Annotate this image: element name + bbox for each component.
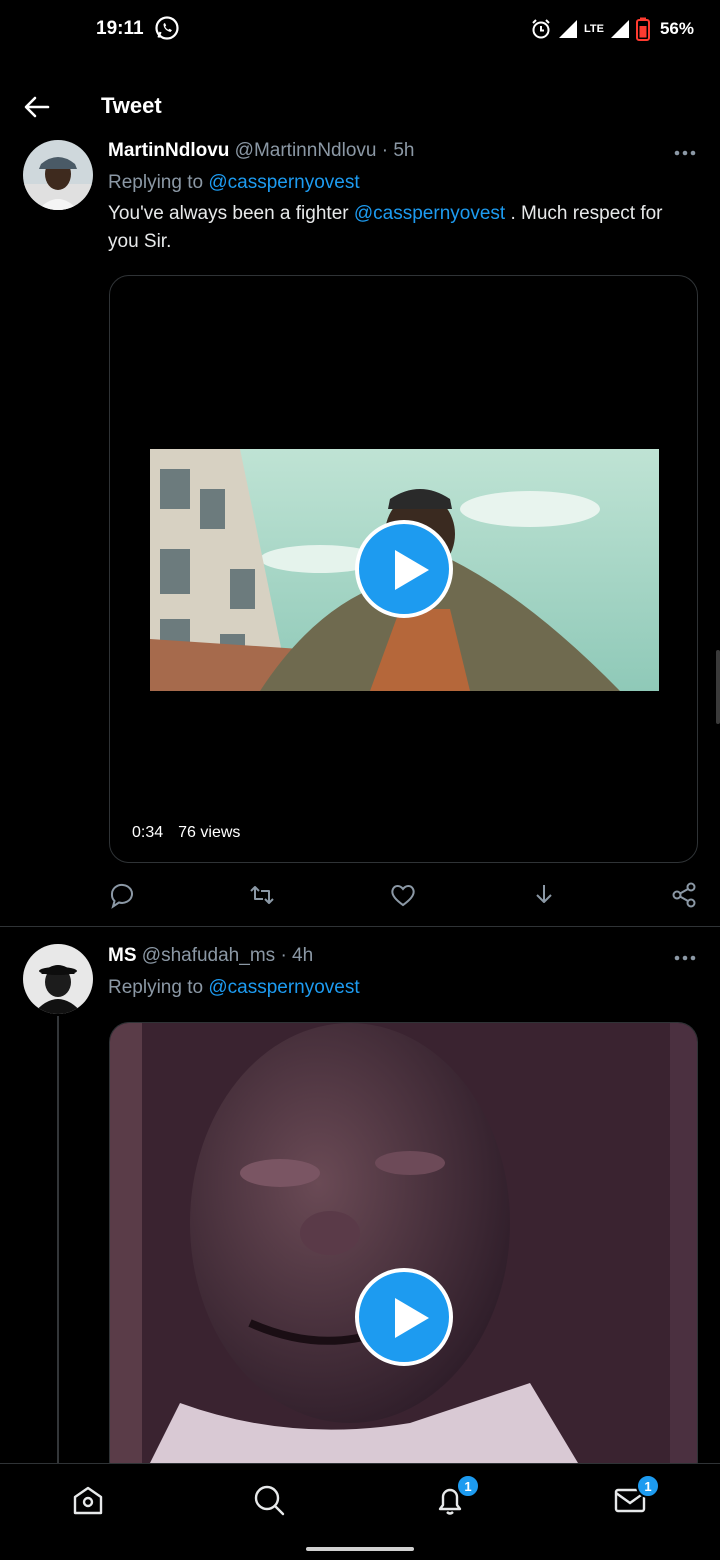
video-player[interactable] <box>109 1022 698 1482</box>
video-thumbnail <box>110 1023 697 1482</box>
battery-percent: 56% <box>659 19 694 38</box>
play-button[interactable] <box>355 520 453 618</box>
signal-icon-2 <box>610 20 629 38</box>
thread-line <box>57 1016 59 1464</box>
mention-link[interactable]: @casspernyovest <box>354 203 505 224</box>
username[interactable]: @MartinnNdlovu <box>235 140 377 161</box>
messages-badge: 1 <box>636 1474 660 1498</box>
tweet-text: You've always been a fighter @casspernyo… <box>108 200 698 256</box>
divider <box>0 926 720 927</box>
video-duration: 0:34 <box>132 824 164 841</box>
tweet-header: MS @shafudah_ms · 4h <box>108 945 313 967</box>
search-icon <box>254 1485 285 1516</box>
nav-notifications[interactable]: 1 <box>432 1474 480 1522</box>
replying-to: Replying to @casspernyovest <box>108 172 360 194</box>
avatar[interactable] <box>23 140 93 210</box>
username[interactable]: @shafudah_ms <box>142 945 275 966</box>
share-down-icon[interactable] <box>530 881 558 909</box>
nav-search[interactable] <box>251 1482 291 1522</box>
play-button[interactable] <box>355 1268 453 1366</box>
retweet-icon[interactable] <box>248 881 276 909</box>
tweet[interactable]: MartinNdlovu @MartinnNdlovu · 5h Replyin… <box>0 140 720 926</box>
alarm-icon <box>532 19 550 39</box>
whatsapp-icon <box>155 16 179 40</box>
notifications-badge: 1 <box>456 1474 480 1498</box>
bottom-navigation: 1 1 <box>0 1463 720 1560</box>
status-bar: 19:11 LTE 56% <box>0 0 720 60</box>
nav-home[interactable] <box>70 1482 110 1522</box>
more-options-icon[interactable] <box>672 148 698 158</box>
avatar[interactable] <box>23 944 93 1014</box>
video-views: 76 views <box>178 824 241 841</box>
network-type: LTE <box>584 22 604 35</box>
video-player[interactable]: 0:34 76 views <box>109 275 698 863</box>
signal-icon <box>559 20 577 38</box>
like-icon[interactable] <box>389 881 417 909</box>
scrollbar[interactable] <box>716 650 720 724</box>
replying-prefix: Replying to <box>108 977 204 998</box>
replying-to-link[interactable]: @casspernyovest <box>208 977 359 998</box>
replying-to-link[interactable]: @casspernyovest <box>208 172 359 193</box>
tweet-text-part: You've always been a fighter <box>108 203 349 224</box>
timestamp: · 5h <box>381 140 415 161</box>
tweet[interactable]: MS @shafudah_ms · 4h Replying to @casspe… <box>0 944 720 1482</box>
tweet-actions <box>108 881 698 911</box>
back-arrow-icon[interactable] <box>22 92 52 122</box>
display-name[interactable]: MS <box>108 945 137 966</box>
tweet-header: MartinNdlovu @MartinnNdlovu · 5h <box>108 140 415 162</box>
reply-icon[interactable] <box>108 881 136 909</box>
display-name[interactable]: MartinNdlovu <box>108 140 229 161</box>
top-bar: Tweet <box>0 72 720 140</box>
replying-prefix: Replying to <box>108 172 204 193</box>
video-info: 0:34 76 views <box>132 824 240 842</box>
home-indicator[interactable] <box>306 1547 414 1551</box>
more-options-icon[interactable] <box>672 953 698 963</box>
home-icon <box>73 1486 103 1515</box>
status-time: 19:11 <box>96 18 144 39</box>
timestamp: · 4h <box>280 945 314 966</box>
share-icon[interactable] <box>670 881 698 909</box>
replying-to: Replying to @casspernyovest <box>108 977 360 999</box>
battery-icon <box>635 17 650 41</box>
nav-messages[interactable]: 1 <box>612 1474 660 1522</box>
page-title: Tweet <box>101 93 162 118</box>
